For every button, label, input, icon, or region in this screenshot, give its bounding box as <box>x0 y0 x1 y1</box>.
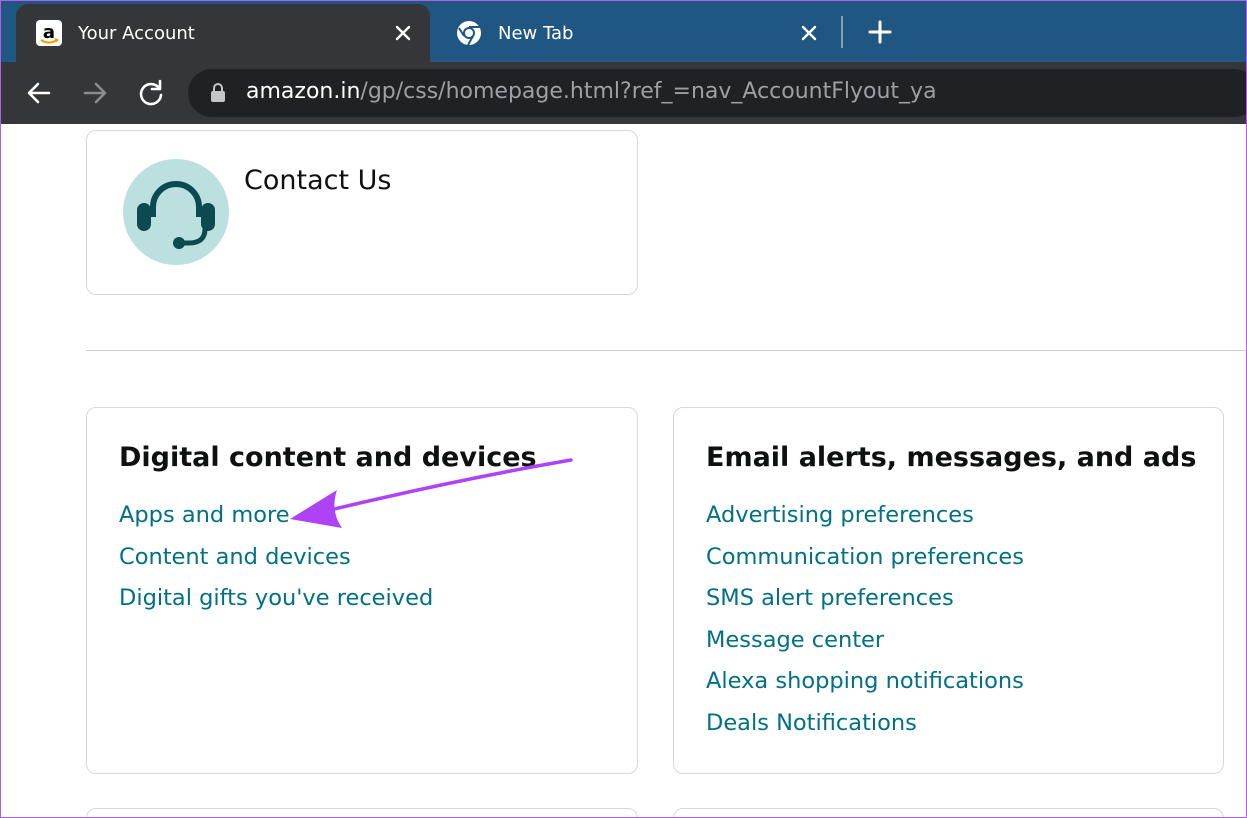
contact-us-card[interactable]: Contact Us <box>86 130 638 295</box>
digital-section-title: Digital content and devices <box>119 442 537 473</box>
tab-separator <box>841 16 843 48</box>
email-links-list: Advertising preferences Communication pr… <box>706 502 1024 751</box>
close-tab-icon[interactable] <box>798 22 820 44</box>
url-path: /gp/css/homepage.html?ref_=nav_AccountFl… <box>360 79 937 104</box>
digital-content-card: Digital content and devices Apps and mor… <box>86 407 638 774</box>
advertising-preferences-link[interactable]: Advertising preferences <box>706 502 1024 544</box>
tab-your-account[interactable]: a Your Account <box>16 4 430 62</box>
amazon-logo-icon: a <box>36 20 62 46</box>
page-content: Contact Us Digital content and devices A… <box>0 124 1247 818</box>
close-tab-icon[interactable] <box>392 22 414 44</box>
next-card-left-partial <box>86 808 638 818</box>
email-section-title: Email alerts, messages, and ads <box>706 442 1197 473</box>
tab-title: New Tab <box>498 22 574 44</box>
next-card-right-partial <box>673 808 1224 818</box>
communication-preferences-link[interactable]: Communication preferences <box>706 544 1024 586</box>
browser-toolbar: amazon.in/gp/css/homepage.html?ref_=nav_… <box>0 62 1247 124</box>
chrome-logo-icon <box>457 21 481 46</box>
url-host: amazon.in <box>246 79 361 104</box>
email-alerts-card: Email alerts, messages, and ads Advertis… <box>673 407 1224 774</box>
tab-title: Your Account <box>78 22 195 44</box>
browser-tab-strip: a Your Account New Tab <box>0 0 1247 62</box>
headset-icon <box>137 181 215 249</box>
url-text[interactable]: amazon.in/gp/css/homepage.html?ref_=nav_… <box>246 79 937 104</box>
reload-icon[interactable] <box>134 76 168 110</box>
section-divider <box>86 350 1247 351</box>
address-bar[interactable]: amazon.in/gp/css/homepage.html?ref_=nav_… <box>188 69 1247 117</box>
deals-notifications-link[interactable]: Deals Notifications <box>706 710 1024 752</box>
forward-arrow-icon[interactable] <box>78 76 112 110</box>
message-center-link[interactable]: Message center <box>706 627 1024 669</box>
alexa-shopping-notifications-link[interactable]: Alexa shopping notifications <box>706 668 1024 710</box>
content-and-devices-link[interactable]: Content and devices <box>119 544 433 586</box>
new-tab-plus-icon[interactable] <box>866 18 894 46</box>
lock-icon[interactable] <box>210 83 226 103</box>
sms-alert-preferences-link[interactable]: SMS alert preferences <box>706 585 1024 627</box>
contact-icon-circle <box>123 159 229 265</box>
apps-and-more-link[interactable]: Apps and more <box>119 502 433 544</box>
digital-links-list: Apps and more Content and devices Digita… <box>119 502 433 627</box>
digital-gifts-link[interactable]: Digital gifts you've received <box>119 585 433 627</box>
svg-text:a: a <box>43 22 55 43</box>
back-arrow-icon[interactable] <box>22 76 56 110</box>
contact-us-title: Contact Us <box>244 165 392 196</box>
tab-new-tab[interactable]: New Tab <box>436 4 836 62</box>
